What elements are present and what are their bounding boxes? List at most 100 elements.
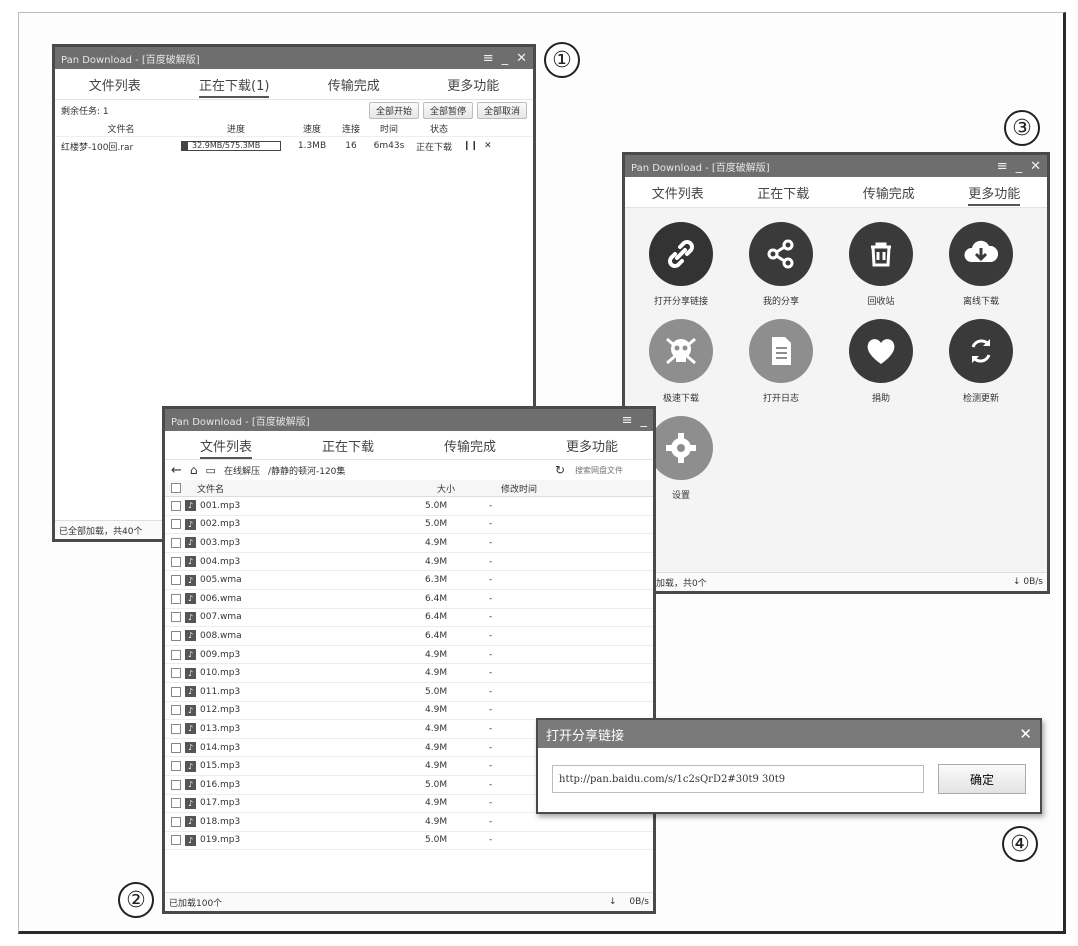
back-arrow-icon[interactable]: ← — [171, 463, 182, 478]
row-checkbox[interactable] — [171, 742, 181, 753]
music-file-icon: ♪ — [185, 593, 196, 605]
row-checkbox[interactable] — [171, 816, 181, 827]
file-name: 007.wma — [200, 612, 242, 623]
row-checkbox[interactable] — [171, 798, 181, 809]
tab-more-features[interactable]: 更多功能 — [531, 436, 653, 455]
tab-completed[interactable]: 传输完成 — [409, 436, 531, 455]
menu-icon[interactable]: ≡ — [997, 159, 1008, 174]
close-icon[interactable]: ✕ — [1019, 725, 1032, 743]
close-icon[interactable]: ✕ — [1030, 159, 1041, 174]
table-row[interactable]: ♪ 011.mp3 5.0M - — [165, 683, 653, 702]
table-row[interactable]: ♪ 009.mp3 4.9M - — [165, 646, 653, 665]
row-checkbox[interactable] — [171, 612, 181, 623]
tab-completed[interactable]: 传输完成 — [836, 183, 942, 202]
feature-open-log[interactable]: 打开日志 — [731, 319, 831, 404]
feature-offline-download[interactable]: 离线下载 — [931, 222, 1031, 307]
cancel-all-button[interactable]: 全部取消 — [476, 101, 527, 119]
table-row[interactable]: ♪ 002.mp3 5.0M - — [165, 516, 653, 535]
table-row[interactable]: ♪ 003.mp3 4.9M - — [165, 534, 653, 553]
modified-time: - — [489, 649, 493, 660]
row-checkbox[interactable] — [171, 537, 181, 548]
row-checkbox[interactable] — [171, 723, 181, 734]
file-name: 010.mp3 — [200, 668, 241, 679]
close-icon[interactable]: ✕ — [516, 51, 527, 66]
file-name: 016.mp3 — [200, 779, 241, 790]
feature-my-share[interactable]: 我的分享 — [731, 222, 831, 307]
table-row[interactable]: 红楼梦-100回.rar 32.9MB/575.3MB 1.3MB 16 6m4… — [55, 137, 533, 155]
row-checkbox[interactable] — [171, 779, 181, 790]
menu-icon[interactable]: ≡ — [483, 51, 494, 66]
modified-time: - — [489, 686, 493, 697]
tab-bar: 文件列表 正在下载 传输完成 更多功能 — [165, 431, 653, 460]
minimize-icon[interactable]: _ — [641, 413, 648, 428]
select-all-checkbox[interactable] — [171, 483, 181, 493]
table-row[interactable]: ♪ 019.mp3 5.0M - — [165, 832, 653, 851]
table-row[interactable]: ♪ 007.wma 6.4M - — [165, 609, 653, 628]
tab-downloading[interactable]: 正在下载 — [731, 183, 837, 202]
row-checkbox[interactable] — [171, 705, 181, 716]
tab-completed[interactable]: 传输完成 — [294, 75, 414, 94]
row-checkbox[interactable] — [171, 686, 181, 697]
tab-downloading[interactable]: 正在下载(1) — [175, 75, 295, 98]
modified-time: - — [489, 575, 493, 586]
table-row[interactable]: ♪ 008.wma 6.4M - — [165, 627, 653, 646]
tab-more-features[interactable]: 更多功能 — [942, 183, 1048, 206]
row-checkbox[interactable] — [171, 593, 181, 604]
tab-more-features[interactable]: 更多功能 — [414, 75, 534, 94]
delete-icon[interactable]: ✕ — [484, 141, 492, 151]
menu-icon[interactable]: ≡ — [622, 413, 633, 428]
table-row[interactable]: ♪ 001.mp3 5.0M - — [165, 497, 653, 516]
row-checkbox[interactable] — [171, 519, 181, 530]
file-list-window: Pan Download - [百度破解版] ≡ _ 文件列表 正在下载 传输完… — [162, 406, 656, 914]
folder-icon[interactable]: ▭ — [206, 464, 216, 477]
row-checkbox[interactable] — [171, 575, 181, 586]
share-url-input[interactable]: http://pan.baidu.com/s/1c2sQrD2#30t9 30t… — [552, 765, 924, 793]
file-name: 001.mp3 — [200, 500, 241, 511]
callout-2: ② — [118, 882, 154, 918]
music-file-icon: ♪ — [185, 686, 196, 698]
feature-donate[interactable]: 捐助 — [831, 319, 931, 404]
search-input[interactable] — [573, 464, 647, 476]
feature-open-share-link[interactable]: 打开分享链接 — [631, 222, 731, 307]
tab-downloading[interactable]: 正在下载 — [287, 436, 409, 455]
table-row[interactable]: ♪ 010.mp3 4.9M - — [165, 664, 653, 683]
file-size: 4.9M — [425, 798, 448, 809]
confirm-button[interactable]: 确定 — [938, 764, 1026, 794]
file-name: 011.mp3 — [200, 686, 241, 697]
minimize-icon[interactable]: _ — [502, 51, 509, 66]
table-row[interactable]: ♪ 006.wma 6.4M - — [165, 590, 653, 609]
home-icon[interactable]: ⌂ — [190, 463, 198, 477]
path-field[interactable]: /静静的顿河-120集 — [268, 464, 547, 477]
modified-time: - — [489, 537, 493, 548]
start-all-button[interactable]: 全部开始 — [368, 101, 419, 119]
tab-file-list[interactable]: 文件列表 — [625, 183, 731, 202]
feature-recycle-bin[interactable]: 回收站 — [831, 222, 931, 307]
tab-file-list[interactable]: 文件列表 — [165, 436, 287, 459]
modified-time: - — [489, 668, 493, 679]
address-bar: ← ⌂ ▭ 在线解压 /静静的顿河-120集 ↻ — [165, 460, 653, 480]
table-row[interactable]: ♪ 018.mp3 4.9M - — [165, 813, 653, 832]
feature-fast-download[interactable]: 极速下载 — [631, 319, 731, 404]
file-size: 6.4M — [425, 630, 448, 641]
progress-fill — [182, 142, 188, 150]
row-checkbox[interactable] — [171, 630, 181, 641]
row-checkbox[interactable] — [171, 500, 181, 511]
music-file-icon: ♪ — [185, 611, 196, 623]
row-checkbox[interactable] — [171, 761, 181, 772]
table-row[interactable]: ♪ 004.mp3 4.9M - — [165, 553, 653, 572]
file-size: 6.3M — [425, 575, 448, 586]
file-size: 5.0M — [425, 779, 448, 790]
row-checkbox[interactable] — [171, 835, 181, 846]
pause-all-button[interactable]: 全部暂停 — [422, 101, 473, 119]
status-bar: 已全部加载，共0个 ↓ 0B/s — [625, 572, 1047, 591]
row-checkbox[interactable] — [171, 649, 181, 660]
refresh-icon[interactable]: ↻ — [555, 463, 565, 477]
pause-icon[interactable]: ❙❙ — [463, 141, 478, 151]
row-checkbox[interactable] — [171, 668, 181, 679]
minimize-icon[interactable]: _ — [1016, 159, 1023, 174]
table-row[interactable]: ♪ 005.wma 6.3M - — [165, 571, 653, 590]
row-checkbox[interactable] — [171, 556, 181, 567]
feature-check-update[interactable]: 检测更新 — [931, 319, 1031, 404]
music-file-icon: ♪ — [185, 649, 196, 661]
tab-file-list[interactable]: 文件列表 — [55, 75, 175, 94]
